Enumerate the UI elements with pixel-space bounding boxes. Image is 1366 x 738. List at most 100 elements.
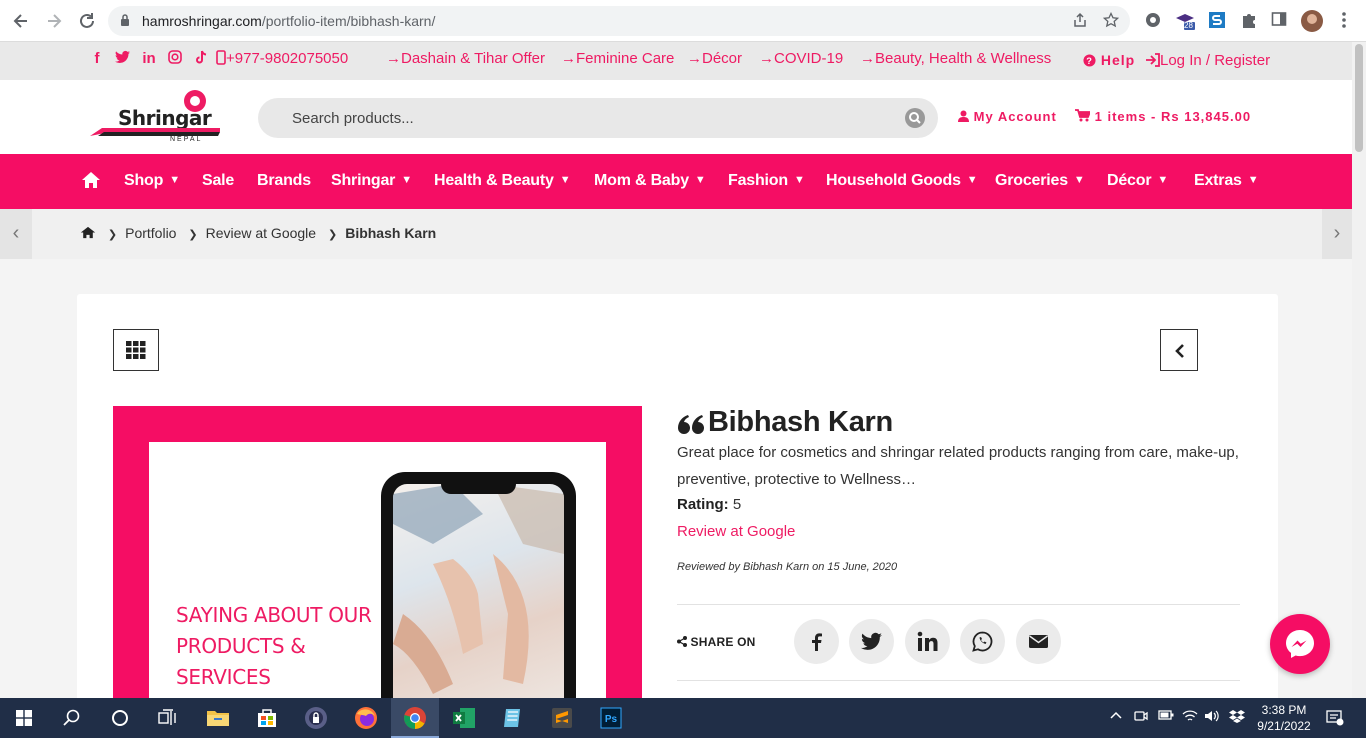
twitter-icon[interactable] <box>114 50 130 68</box>
system-clock[interactable]: 3:38 PM 9/21/2022 <box>1256 702 1312 734</box>
share-page-icon[interactable] <box>1071 12 1089 30</box>
review-at-google-link[interactable]: Review at Google <box>677 523 795 540</box>
taskbar-chrome[interactable] <box>391 698 439 738</box>
home-icon[interactable] <box>81 171 101 189</box>
messenger-chat-button[interactable] <box>1270 614 1330 674</box>
cart-link[interactable]: 1 items - Rs 13,845.00 <box>1075 109 1251 124</box>
nav-extras[interactable]: Extras ▼ <box>1194 172 1259 190</box>
meet-now-icon[interactable] <box>1134 709 1148 726</box>
chrome-menu-icon[interactable] <box>1334 11 1354 31</box>
taskbar-photoshop[interactable]: Ps <box>587 698 635 738</box>
show-hidden-icons-chevron-icon[interactable] <box>1110 709 1122 724</box>
my-account-link[interactable]: My Account <box>958 109 1057 124</box>
instagram-icon[interactable] <box>167 50 183 68</box>
wifi-icon[interactable] <box>1182 709 1198 726</box>
top-link-covid[interactable]: →COVID-19 <box>759 50 843 67</box>
taskbar-sublime[interactable] <box>538 698 586 738</box>
previous-item-button[interactable] <box>1160 329 1198 371</box>
share-facebook-button[interactable] <box>794 619 839 664</box>
login-link[interactable]: Log In / Register <box>1145 52 1270 69</box>
back-arrow-icon[interactable] <box>11 11 31 31</box>
scrollbar-thumb[interactable] <box>1355 44 1363 152</box>
volume-icon[interactable] <box>1204 709 1220 726</box>
firefox-icon <box>355 707 377 729</box>
review-image-inner: SAYING ABOUT OUR PRODUCTS & SERVICES <box>149 442 606 734</box>
nav-shringar[interactable]: Shringar ▼ <box>331 172 412 190</box>
portfolio-card: SAYING ABOUT OUR PRODUCTS & SERVICES Bib… <box>77 294 1278 734</box>
nav-household[interactable]: Household Goods ▼ <box>826 172 978 190</box>
breadcrumb-review[interactable]: Review at Google <box>206 225 317 241</box>
nav-sale[interactable]: Sale <box>202 172 234 190</box>
top-link-wellness[interactable]: →Beauty, Health & Wellness <box>860 50 1051 67</box>
top-link-feminine[interactable]: →Feminine Care <box>561 50 674 67</box>
taskbar-notepad-app[interactable] <box>489 698 537 738</box>
nav-fashion[interactable]: Fashion ▼ <box>728 172 805 190</box>
facebook-icon <box>812 633 822 651</box>
dropbox-icon[interactable] <box>1229 709 1245 726</box>
nav-shop[interactable]: Shop ▼ <box>124 172 180 190</box>
share-email-button[interactable] <box>1016 619 1061 664</box>
extension-s-icon[interactable] <box>1207 11 1227 31</box>
search-input[interactable] <box>292 108 892 128</box>
chrome-icon <box>404 707 426 729</box>
search-bar <box>258 98 938 138</box>
next-post-arrow-icon[interactable]: › <box>1322 209 1352 259</box>
home-icon[interactable] <box>80 226 96 239</box>
taskbar-firefox[interactable] <box>342 698 390 738</box>
grid-icon <box>126 341 146 359</box>
notifications-icon[interactable] <box>1326 710 1344 729</box>
photoshop-icon: Ps <box>600 707 622 729</box>
top-link-offer[interactable]: →Dashain & Tihar Offer <box>386 50 545 67</box>
tiktok-icon[interactable] <box>193 50 209 69</box>
extensions-puzzle-icon[interactable] <box>1239 11 1259 31</box>
search-icon <box>63 709 80 726</box>
reload-icon[interactable] <box>77 11 97 31</box>
start-button[interactable] <box>0 698 48 738</box>
chevron-down-icon: ▼ <box>793 174 805 186</box>
arrow-right-icon: → <box>759 50 774 67</box>
profile-avatar[interactable] <box>1301 10 1323 32</box>
search-button[interactable] <box>905 108 925 128</box>
forward-arrow-icon[interactable] <box>44 11 64 31</box>
task-view-button[interactable] <box>144 698 192 738</box>
phone-link[interactable]: +977-9802075050 <box>216 50 348 67</box>
linkedin-icon[interactable]: in <box>141 50 157 67</box>
taskbar-file-explorer[interactable] <box>194 698 242 738</box>
nav-decor[interactable]: Décor ▼ <box>1107 172 1168 190</box>
nav-health-beauty[interactable]: Health & Beauty ▼ <box>434 172 571 190</box>
review-description: Great place for cosmetics and shringar r… <box>677 444 1239 488</box>
breadcrumb-portfolio[interactable]: Portfolio <box>125 225 176 241</box>
nav-brands[interactable]: Brands <box>257 172 311 190</box>
bookmark-star-icon[interactable] <box>1102 11 1120 30</box>
nav-mom-baby[interactable]: Mom & Baby ▼ <box>594 172 706 190</box>
extension-gear-icon[interactable] <box>1143 11 1163 31</box>
share-twitter-button[interactable] <box>849 619 894 664</box>
chevron-down-icon: ▼ <box>1247 174 1259 186</box>
top-link-decor[interactable]: →Décor <box>687 50 742 67</box>
chevron-right-icon: ❯ <box>107 229 118 241</box>
taskbar-search-button[interactable] <box>48 698 96 738</box>
review-image: SAYING ABOUT OUR PRODUCTS & SERVICES <box>113 406 642 734</box>
chevron-down-icon: ▼ <box>966 174 978 186</box>
facebook-icon[interactable]: f <box>89 50 105 67</box>
cortana-circle-icon <box>112 710 128 726</box>
breadcrumb: ❯ Portfolio ❯ Review at Google ❯ Bibhash Ka… <box>80 225 436 241</box>
page-scrollbar[interactable] <box>1352 42 1366 698</box>
share-linkedin-button[interactable] <box>905 619 950 664</box>
side-panel-icon[interactable] <box>1269 11 1289 31</box>
share-whatsapp-button[interactable] <box>960 619 1005 664</box>
taskbar-excel[interactable] <box>440 698 488 738</box>
prev-post-arrow-icon[interactable]: ‹ <box>0 209 32 259</box>
address-bar[interactable]: hamroshringar.com/portfolio-item/bibhash… <box>108 6 1130 36</box>
cortana-button[interactable] <box>96 698 144 738</box>
portfolio-grid-button[interactable] <box>113 329 159 371</box>
battery-icon[interactable] <box>1158 709 1174 724</box>
extension-graduation-icon[interactable]: 28 <box>1175 11 1195 31</box>
site-logo[interactable]: Shringar NEPAL <box>90 90 222 146</box>
help-link[interactable]: ? Help <box>1083 52 1135 68</box>
taskbar-store[interactable] <box>243 698 291 738</box>
taskbar-vpn-app[interactable] <box>292 698 340 738</box>
quote-icon <box>678 415 704 434</box>
chevron-down-icon: ▼ <box>1073 174 1085 186</box>
nav-groceries[interactable]: Groceries ▼ <box>995 172 1085 190</box>
